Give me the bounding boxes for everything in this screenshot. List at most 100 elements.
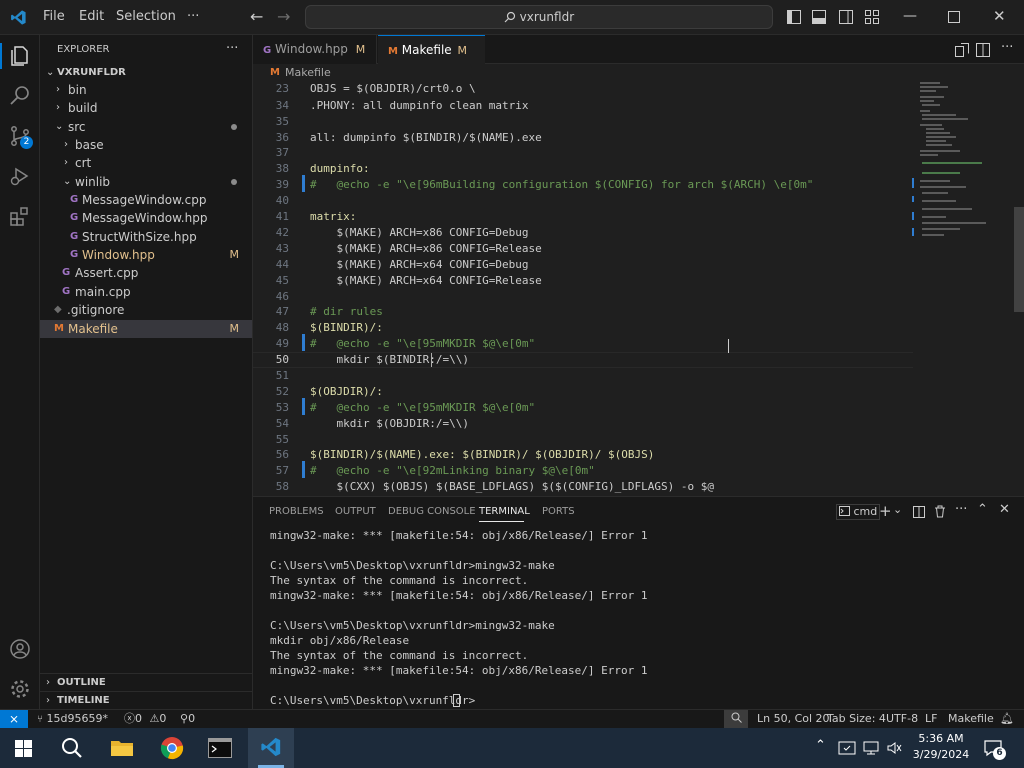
editor-scrollbar[interactable] — [1012, 82, 1024, 496]
maximize-panel-chevron-up-icon[interactable]: ⌃ — [977, 502, 988, 517]
line-number: 55 — [275, 433, 289, 446]
panel-tab-ports[interactable]: PORTS — [542, 506, 575, 517]
cpp-file-icon: G — [62, 286, 71, 297]
editor-more-icon[interactable]: ··· — [1001, 40, 1013, 55]
clock-time[interactable]: 5:36 AM — [916, 732, 966, 745]
extensions-icon[interactable] — [8, 204, 32, 228]
panel-tab-terminal[interactable]: TERMINAL — [479, 506, 530, 517]
terminal-prompt: C:\Users\vm5\Desktop\vxrunfldr> — [270, 694, 476, 707]
folder-root[interactable]: ⌄ VXRUNFLDR — [40, 64, 252, 82]
clock-date[interactable]: 3/29/2024 — [910, 748, 972, 761]
tree-folder-base[interactable]: › base — [40, 136, 252, 154]
toggle-primary-sidebar-icon[interactable] — [787, 10, 801, 24]
menu-selection[interactable]: Selection — [116, 9, 176, 24]
maximize-icon[interactable] — [948, 11, 960, 23]
explorer-icon[interactable] — [8, 44, 32, 68]
volume-muted-icon[interactable] — [886, 740, 904, 756]
toggle-secondary-sidebar-icon[interactable] — [839, 10, 853, 24]
code-line: $(BINDIR)/: — [310, 321, 383, 334]
tree-file-main-cpp[interactable]: G main.cpp — [40, 283, 252, 301]
network-icon[interactable] — [862, 740, 880, 756]
tree-file-structwithsize-hpp[interactable]: G StructWithSize.hpp — [40, 228, 252, 246]
chevron-right-icon: › — [64, 139, 68, 150]
menu-edit[interactable]: Edit — [79, 9, 104, 24]
kill-terminal-trash-icon[interactable] — [934, 505, 946, 518]
tree-folder-src[interactable]: ⌄ src — [40, 118, 252, 136]
timeline-section[interactable]: › TIMELINE — [40, 691, 252, 709]
accounts-icon[interactable] — [8, 637, 32, 661]
close-window-icon[interactable]: ✕ — [993, 7, 1006, 25]
chevron-down-icon[interactable]: ⌄ — [893, 503, 902, 516]
tree-folder-build[interactable]: › build — [40, 99, 252, 117]
cursor-position[interactable]: Ln 50, Col 20 — [757, 710, 830, 728]
file-explorer-icon[interactable] — [110, 738, 134, 758]
tree-label: Window.hpp — [82, 248, 155, 262]
new-terminal-plus-icon[interactable]: + — [879, 502, 892, 520]
remote-indicator-icon[interactable]: ⨯ — [0, 710, 28, 728]
code-line: OBJS = $(OBJDIR)/crt0.o \ — [310, 82, 476, 95]
outline-section[interactable]: › OUTLINE — [40, 673, 252, 691]
scrollbar-thumb[interactable] — [1014, 207, 1024, 312]
tree-folder-bin[interactable]: › bin — [40, 81, 252, 99]
settings-gear-icon[interactable] — [8, 677, 32, 701]
branch-indicator[interactable]: ⑂ 15d95659* — [37, 710, 108, 729]
text-cursor — [431, 353, 432, 367]
ports-indicator[interactable]: ⚲0 — [180, 710, 195, 728]
terminal-output[interactable]: mingw32-make: *** [makefile:54: obj/x86/… — [253, 525, 1024, 710]
line-number: 38 — [275, 162, 289, 175]
terminal-shell-selector[interactable]: cmd — [836, 504, 881, 520]
split-editor-icon[interactable] — [976, 43, 990, 57]
run-debug-icon[interactable] — [8, 164, 32, 188]
open-changes-icon[interactable] — [955, 43, 969, 57]
code-line: matrix: — [310, 210, 357, 223]
tree-file-assert-cpp[interactable]: G Assert.cpp — [40, 264, 252, 282]
search-view-icon[interactable] — [8, 84, 32, 108]
split-terminal-icon[interactable] — [913, 506, 925, 518]
close-panel-icon[interactable]: ✕ — [999, 502, 1010, 517]
code-editor[interactable]: 23 OBJS = $(OBJDIR)/crt0.o \ 34 .PHONY: … — [253, 82, 1024, 496]
tab-size[interactable]: Tab Size: 4 — [827, 710, 886, 728]
minimize-icon[interactable]: — — [903, 8, 917, 24]
encoding[interactable]: UTF-8 — [886, 710, 918, 728]
customize-layout-icon[interactable] — [865, 10, 879, 24]
taskbar-vscode-active[interactable] — [248, 728, 294, 768]
menu-file[interactable]: File — [43, 9, 65, 24]
chrome-icon[interactable] — [160, 736, 184, 760]
panel-tab-problems[interactable]: PROBLEMS — [269, 506, 324, 517]
security-center-icon[interactable] — [838, 740, 856, 756]
vscode-logo-icon[interactable] — [10, 9, 27, 26]
tree-label: MessageWindow.cpp — [82, 193, 207, 207]
modified-badge: M — [229, 322, 240, 335]
end-of-line[interactable]: LF — [925, 710, 937, 728]
outline-label: OUTLINE — [57, 677, 106, 688]
explorer-more-button[interactable]: ··· — [226, 41, 238, 56]
minimap[interactable] — [912, 82, 1012, 282]
panel-tab-output[interactable]: OUTPUT — [335, 506, 376, 517]
command-prompt-icon[interactable] — [208, 738, 232, 758]
menu-more[interactable]: ··· — [187, 9, 199, 24]
show-hidden-icons-chevron-up-icon[interactable]: ⌃ — [815, 738, 826, 753]
tree-folder-crt[interactable]: › crt — [40, 154, 252, 172]
windows-start-icon[interactable] — [15, 740, 32, 757]
back-arrow-icon[interactable]: ← — [250, 7, 263, 26]
toggle-panel-icon[interactable] — [812, 10, 826, 24]
tree-file-window-hpp[interactable]: G Window.hpp M — [40, 246, 252, 264]
taskbar-search-icon[interactable] — [61, 737, 83, 759]
title-bar: File Edit Selection ··· ← → vxrunfldr — … — [0, 0, 1024, 35]
forward-arrow-icon[interactable]: → — [277, 7, 290, 26]
problems-indicator[interactable]: ⓧ0 ⚠0 — [124, 710, 166, 728]
tree-file-messagewindow-cpp[interactable]: G MessageWindow.cpp — [40, 191, 252, 209]
tree-file-gitignore[interactable]: ◆ .gitignore — [40, 301, 252, 319]
breadcrumb[interactable]: M Makefile — [253, 64, 1024, 82]
language-mode[interactable]: Makefile — [948, 710, 994, 728]
command-center-search[interactable]: vxrunfldr — [305, 5, 773, 29]
tab-window-hpp[interactable]: G Window.hpp M — [253, 35, 377, 64]
panel-tab-debug-console[interactable]: DEBUG CONSOLE — [388, 506, 476, 517]
tab-makefile[interactable]: M Makefile M ✕ — [378, 35, 485, 87]
zoom-search-icon[interactable] — [724, 710, 748, 728]
notifications-bell-icon[interactable]: 🔔︎ — [1000, 710, 1014, 728]
tree-file-makefile[interactable]: M Makefile M — [40, 320, 252, 338]
tree-file-messagewindow-hpp[interactable]: G MessageWindow.hpp — [40, 209, 252, 227]
panel-more-icon[interactable]: ··· — [955, 502, 967, 517]
tree-folder-winlib[interactable]: ⌄ winlib — [40, 173, 252, 191]
